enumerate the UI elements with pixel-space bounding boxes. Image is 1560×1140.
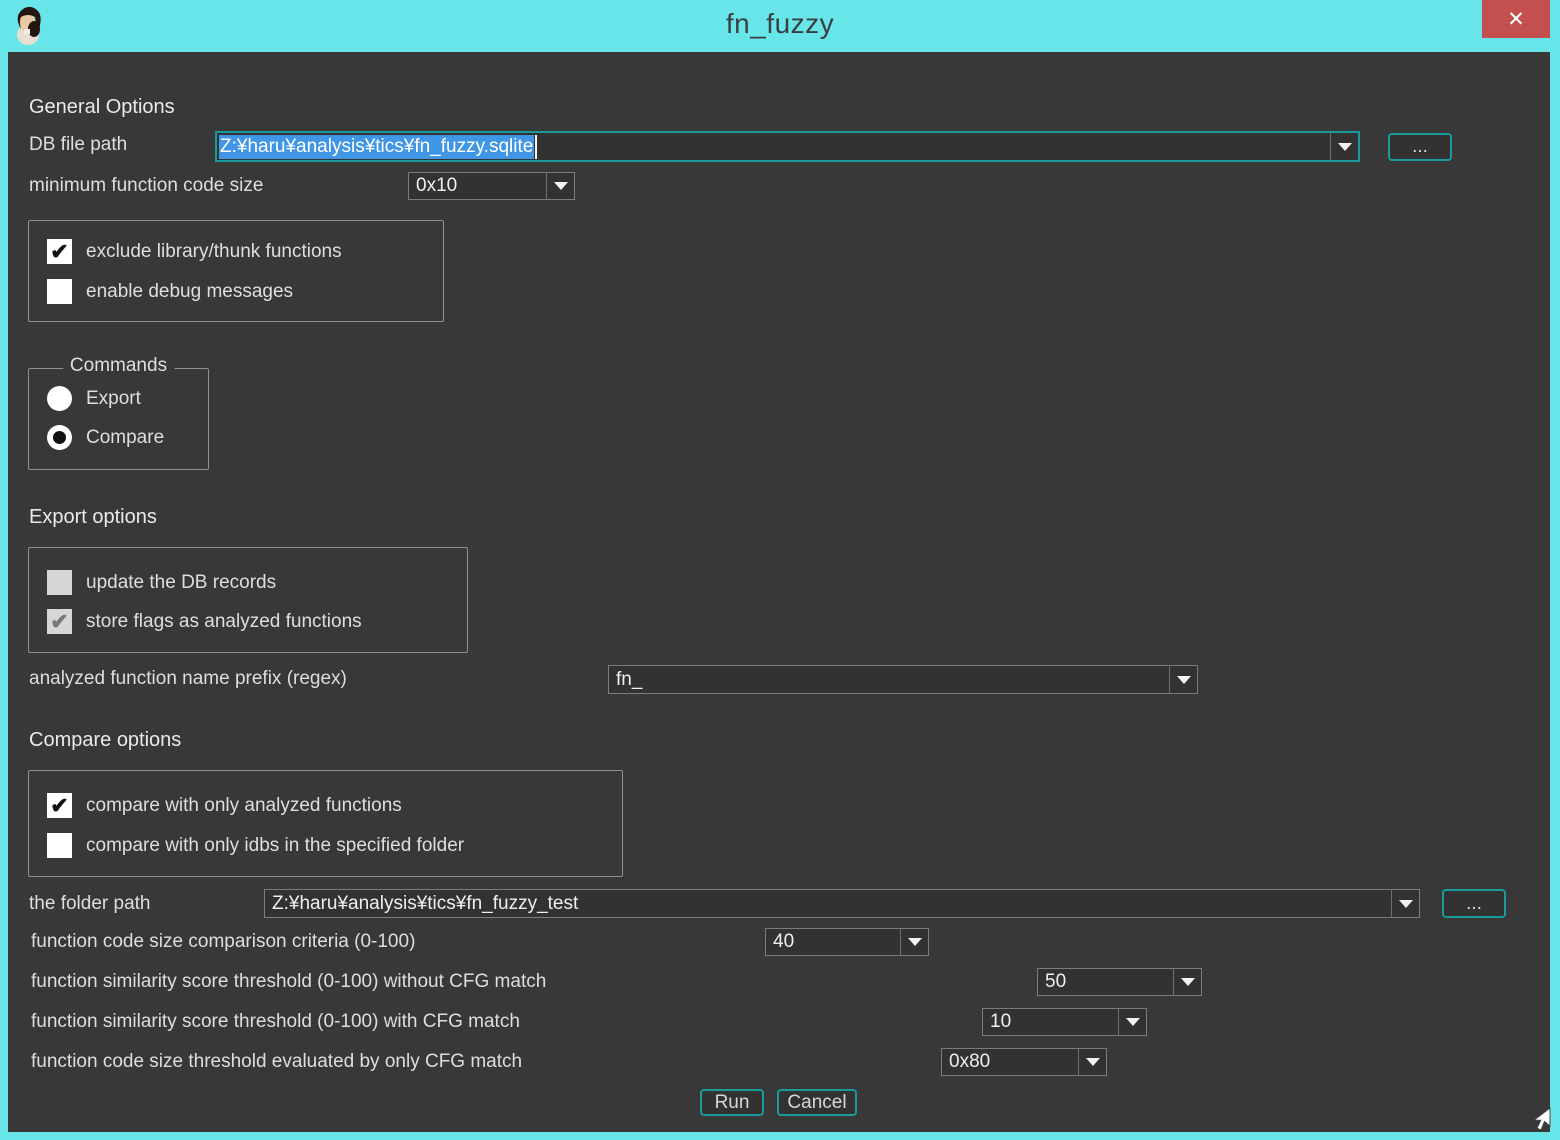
compare-idbs-row[interactable]: compare with only idbs in the specified … <box>47 833 464 858</box>
size-criteria-dropdown-button[interactable] <box>900 929 928 955</box>
score-without-cfg-dropdown-button[interactable] <box>1173 969 1201 995</box>
exclude-library-checkbox[interactable]: ✔ <box>47 239 72 264</box>
size-threshold-cfg-combo[interactable]: 0x80 <box>941 1048 1107 1076</box>
checkbox-label: update the DB records <box>86 572 276 594</box>
cancel-button[interactable]: Cancel <box>777 1089 857 1116</box>
folder-path-combo[interactable]: Z:¥haru¥analysis¥tics¥fn_fuzzy_test <box>264 889 1420 918</box>
min-code-size-label: minimum function code size <box>29 175 263 197</box>
fn-fuzzy-dialog: fn_fuzzy ✕ General Options DB file path … <box>0 0 1560 1140</box>
score-with-cfg-dropdown-button[interactable] <box>1118 1009 1146 1035</box>
chevron-down-icon <box>908 938 922 946</box>
prefix-combo[interactable]: fn_ <box>608 665 1198 694</box>
window-title: fn_fuzzy <box>0 8 1560 40</box>
prefix-dropdown-button[interactable] <box>1169 666 1197 693</box>
size-threshold-cfg-value[interactable]: 0x80 <box>942 1049 1078 1075</box>
db-file-path-value[interactable]: Z:¥haru¥analysis¥tics¥fn_fuzzy.sqlite <box>219 135 534 159</box>
titlebar: fn_fuzzy ✕ <box>0 0 1560 52</box>
general-options-heading: General Options <box>29 96 175 119</box>
dialog-body: General Options DB file path Z:¥haru¥ana… <box>8 52 1550 1132</box>
score-with-cfg-combo[interactable]: 10 <box>982 1008 1147 1036</box>
exclude-library-row[interactable]: ✔ exclude library/thunk functions <box>47 239 342 264</box>
checkbox-label[interactable]: compare with only idbs in the specified … <box>86 835 464 857</box>
score-without-cfg-label: function similarity score threshold (0-1… <box>31 971 546 993</box>
chevron-down-icon <box>1181 978 1195 986</box>
store-flags-row: ✔ store flags as analyzed functions <box>47 609 362 634</box>
score-with-cfg-label: function similarity score threshold (0-1… <box>31 1011 520 1033</box>
compare-analyzed-checkbox[interactable]: ✔ <box>47 793 72 818</box>
min-code-size-combo[interactable]: 0x10 <box>408 172 575 200</box>
folder-path-dropdown-button[interactable] <box>1391 890 1419 917</box>
size-threshold-cfg-dropdown-button[interactable] <box>1078 1049 1106 1075</box>
checkbox-label[interactable]: enable debug messages <box>86 281 293 303</box>
chevron-down-icon <box>1177 676 1191 684</box>
prefix-value[interactable]: fn_ <box>609 666 1169 693</box>
checkbox-label: store flags as analyzed functions <box>86 611 362 633</box>
export-options-heading: Export options <box>29 506 157 529</box>
close-icon: ✕ <box>1507 7 1525 32</box>
general-checkbox-group: ✔ exclude library/thunk functions enable… <box>28 220 444 322</box>
db-path-browse-button[interactable]: ... <box>1388 133 1452 161</box>
commands-group: Commands Export Compare <box>28 368 209 470</box>
score-without-cfg-value[interactable]: 50 <box>1038 969 1173 995</box>
db-path-dropdown-button[interactable] <box>1330 133 1358 160</box>
store-flags-checkbox[interactable]: ✔ <box>47 609 72 634</box>
update-db-row: update the DB records <box>47 570 276 595</box>
commands-legend: Commands <box>63 355 174 377</box>
compare-idbs-checkbox[interactable] <box>47 833 72 858</box>
radio-label[interactable]: Export <box>86 388 141 410</box>
radio-label[interactable]: Compare <box>86 427 164 449</box>
score-with-cfg-value[interactable]: 10 <box>983 1009 1118 1035</box>
update-db-checkbox[interactable] <box>47 570 72 595</box>
text-caret <box>535 135 537 159</box>
checkbox-label[interactable]: compare with only analyzed functions <box>86 795 402 817</box>
enable-debug-checkbox[interactable] <box>47 279 72 304</box>
checkbox-label[interactable]: exclude library/thunk functions <box>86 241 342 263</box>
folder-path-value[interactable]: Z:¥haru¥analysis¥tics¥fn_fuzzy_test <box>265 890 1391 917</box>
size-criteria-value[interactable]: 40 <box>766 929 900 955</box>
score-without-cfg-combo[interactable]: 50 <box>1037 968 1202 996</box>
compare-radio[interactable] <box>47 425 72 450</box>
min-code-size-value[interactable]: 0x10 <box>409 173 546 199</box>
size-criteria-label: function code size comparison criteria (… <box>31 931 415 953</box>
chevron-down-icon <box>1338 143 1352 151</box>
chevron-down-icon <box>1086 1058 1100 1066</box>
export-radio[interactable] <box>47 386 72 411</box>
chevron-down-icon <box>554 182 568 190</box>
compare-options-heading: Compare options <box>29 729 181 752</box>
prefix-label: analyzed function name prefix (regex) <box>29 668 347 690</box>
size-criteria-combo[interactable]: 40 <box>765 928 929 956</box>
min-code-size-dropdown-button[interactable] <box>546 173 574 199</box>
folder-browse-button[interactable]: ... <box>1442 889 1506 918</box>
export-radio-row[interactable]: Export <box>47 386 141 411</box>
size-threshold-cfg-label: function code size threshold evaluated b… <box>31 1051 522 1073</box>
chevron-down-icon <box>1126 1018 1140 1026</box>
mouse-cursor <box>1524 1106 1554 1138</box>
compare-radio-row[interactable]: Compare <box>47 425 164 450</box>
folder-path-label: the folder path <box>29 893 150 915</box>
close-button[interactable]: ✕ <box>1482 0 1550 38</box>
db-file-path-label: DB file path <box>29 134 127 156</box>
run-button[interactable]: Run <box>700 1089 764 1116</box>
db-file-path-combo[interactable]: Z:¥haru¥analysis¥tics¥fn_fuzzy.sqlite <box>215 131 1360 162</box>
enable-debug-row[interactable]: enable debug messages <box>47 279 293 304</box>
compare-analyzed-row[interactable]: ✔ compare with only analyzed functions <box>47 793 402 818</box>
chevron-down-icon <box>1399 900 1413 908</box>
compare-checkbox-group: ✔ compare with only analyzed functions c… <box>28 770 623 877</box>
export-checkbox-group: update the DB records ✔ store flags as a… <box>28 547 468 653</box>
radio-selected-dot <box>53 431 66 444</box>
